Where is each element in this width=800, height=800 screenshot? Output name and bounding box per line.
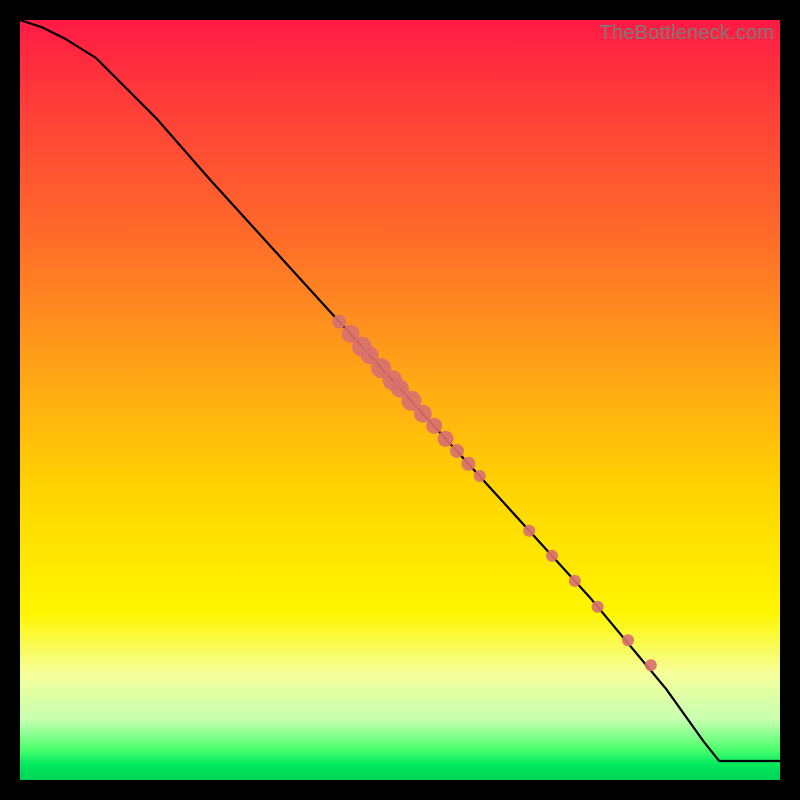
marker-dot: [622, 634, 634, 646]
watermark-text: TheBottleneck.com: [599, 22, 774, 45]
marker-dot: [438, 431, 454, 447]
chart-svg: [20, 20, 780, 780]
marker-dot: [450, 444, 464, 458]
marker-dot: [461, 457, 475, 471]
marker-dot: [592, 601, 604, 613]
chart-frame: TheBottleneck.com: [20, 20, 780, 780]
marker-dot: [426, 418, 442, 434]
marker-dot: [332, 315, 346, 329]
marker-dot: [546, 550, 558, 562]
marker-dot: [645, 659, 657, 671]
marker-dot: [523, 525, 535, 537]
marker-dot: [569, 575, 581, 587]
marker-dot: [474, 470, 486, 482]
